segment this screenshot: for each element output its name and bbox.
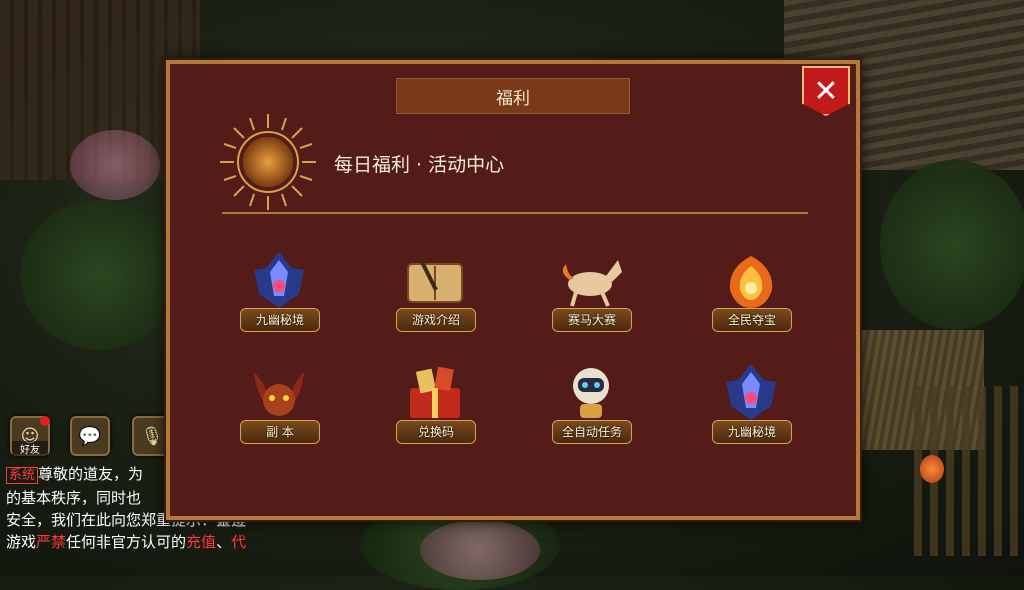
scroll-book-icon	[407, 257, 463, 303]
welfare-modal: 福利 ✕ 每日福利 · 活动中心 九幽秘境 游戏介绍 赛马大赛 全民夺宝 副 本…	[166, 60, 860, 520]
crystal-portal-icon	[726, 364, 776, 420]
horse-icon	[562, 260, 622, 307]
feature-label: 游戏介绍	[396, 308, 476, 332]
close-button[interactable]: ✕	[802, 66, 850, 116]
chat-bubble-icon: 💬	[78, 425, 102, 447]
background-blossom	[420, 520, 540, 580]
notification-dot	[40, 416, 50, 426]
chat-text: 的基本秩序，同时也	[6, 489, 142, 507]
chat-text: 任何非官方认可的	[66, 533, 187, 551]
chat-text-highlight: 充值	[186, 533, 217, 551]
background-tree	[880, 160, 1024, 330]
feature-label: 赛马大赛	[552, 308, 632, 332]
system-tag: 系统	[6, 467, 39, 484]
chat-text: 、	[216, 533, 232, 551]
friends-label: 好友	[12, 441, 48, 456]
chat-text: 游戏	[6, 533, 37, 551]
divider	[222, 212, 808, 214]
microphone-icon: 🎙	[140, 425, 164, 447]
feature-label: 九幽秘境	[712, 420, 792, 444]
background-lantern	[920, 455, 944, 483]
feature-item[interactable]: 兑换码	[390, 360, 480, 450]
background-tree	[20, 200, 180, 350]
feature-item[interactable]: 副 本	[234, 360, 324, 450]
feature-item[interactable]: 九幽秘境	[706, 360, 796, 450]
sun-emblem-icon	[220, 114, 316, 210]
demon-helm-icon	[254, 372, 304, 416]
chat-text-highlight: 严禁	[36, 533, 67, 551]
feature-label: 兑换码	[396, 420, 476, 444]
feature-item[interactable]: 赛马大赛	[546, 248, 636, 338]
gift-box-icon	[410, 366, 460, 418]
feature-label: 九幽秘境	[240, 308, 320, 332]
background-blossom	[70, 130, 160, 200]
chat-line: 游戏严禁任何非官方认可的充值、代	[6, 531, 326, 553]
feature-label: 全自动任务	[552, 420, 632, 444]
feature-item[interactable]: 全自动任务	[546, 360, 636, 450]
close-icon: ✕	[813, 73, 839, 109]
friends-button[interactable]: ☺ 好友	[10, 416, 50, 456]
feature-item[interactable]: 九幽秘境	[234, 248, 324, 338]
phoenix-flame-icon	[729, 256, 773, 308]
modal-title: 福利	[396, 78, 630, 114]
chat-text-highlight: 代	[231, 533, 247, 551]
crystal-portal-icon	[254, 252, 304, 308]
chat-text: 尊敬的道友，为	[38, 465, 144, 483]
chat-button[interactable]: 💬	[70, 416, 110, 456]
modal-headline: 每日福利 · 活动中心	[334, 154, 505, 176]
feature-label: 副 本	[240, 420, 320, 444]
feature-item[interactable]: 游戏介绍	[390, 248, 480, 338]
robot-icon	[573, 368, 609, 418]
feature-item[interactable]: 全民夺宝	[706, 248, 796, 338]
feature-label: 全民夺宝	[712, 308, 792, 332]
